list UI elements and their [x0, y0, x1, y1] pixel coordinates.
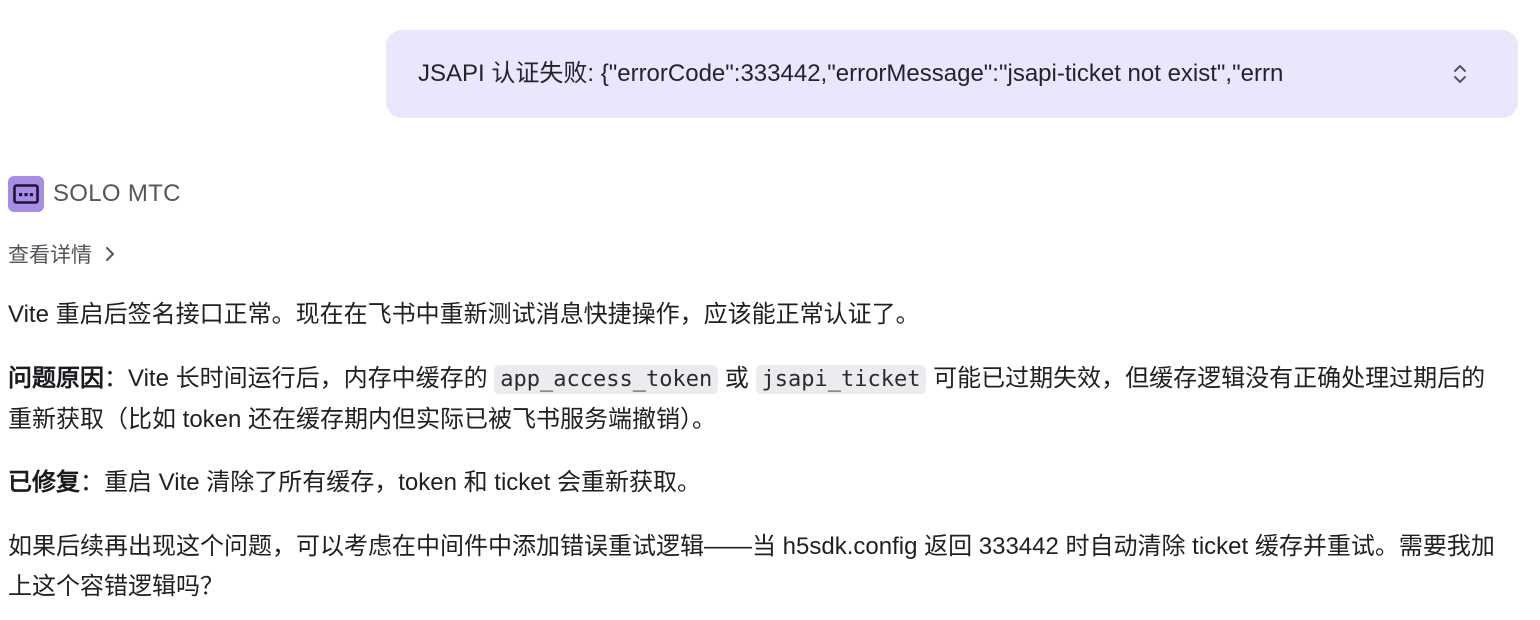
terminal-bot-icon [8, 176, 44, 212]
chevron-right-icon [106, 247, 114, 261]
fixed-heading: 已修复 [8, 469, 80, 496]
response-paragraph-fixed: 已修复：重启 Vite 清除了所有缓存，token 和 ticket 会重新获取… [8, 469, 701, 496]
inline-code-jsapi-ticket: jsapi_ticket [755, 365, 927, 394]
expand-collapse-icon[interactable] [1446, 60, 1474, 88]
inline-code-app-access-token: app_access_token [494, 365, 719, 394]
text-fade-overlay [1376, 50, 1426, 98]
cause-heading: 问题原因 [8, 365, 104, 392]
assistant-name: SOLO MTC [53, 180, 181, 207]
response-paragraph-status: Vite 重启后签名接口正常。现在在飞书中重新测试消息快捷操作，应该能正常认证了… [8, 301, 920, 328]
view-details-button[interactable]: 查看详情 [8, 238, 116, 270]
response-paragraph-cause: 问题原因：Vite 长时间运行后，内存中缓存的 app_access_token… [8, 365, 1486, 433]
view-details-label: 查看详情 [8, 244, 92, 267]
chat-page: JSAPI 认证失败: {"errorCode":333442,"errorMe… [0, 0, 1540, 620]
response-paragraph-suggestion: 如果后续再出现这个问题，可以考虑在中间件中添加错误重试逻辑——当 h5sdk.c… [8, 533, 1495, 600]
user-message-bubble[interactable]: JSAPI 认证失败: {"errorCode":333442,"errorMe… [386, 30, 1518, 118]
user-message-text: JSAPI 认证失败: {"errorCode":333442,"errorMe… [418, 60, 1284, 87]
assistant-header: SOLO MTC [8, 176, 181, 212]
